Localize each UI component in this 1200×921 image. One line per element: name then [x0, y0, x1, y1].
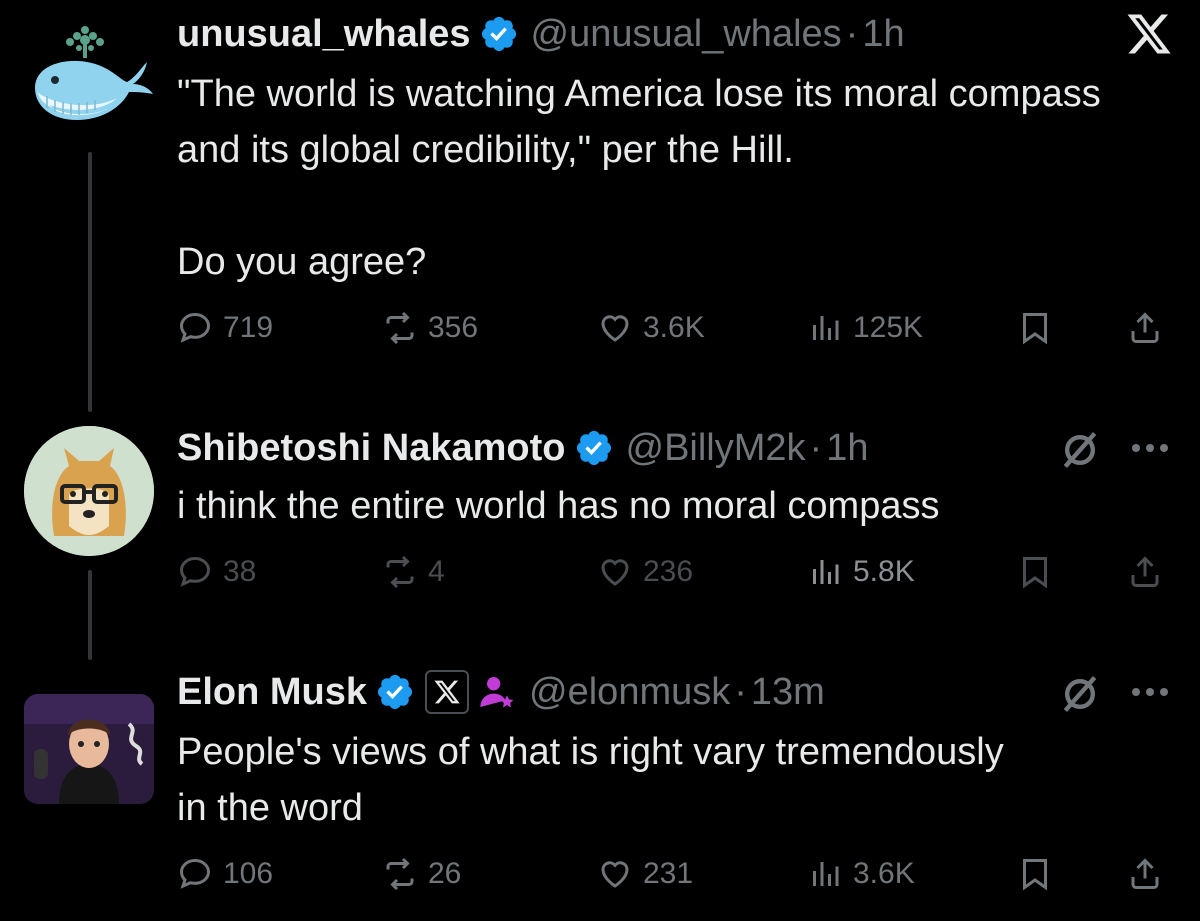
tweet-header: Elon Musk @elonmusk · 13m — [177, 670, 825, 714]
bookmark-icon — [1023, 859, 1047, 891]
like-icon — [601, 315, 629, 342]
view-count: 125K — [853, 311, 924, 344]
tweet-actions: 719 356 3.6K 125K — [177, 310, 1177, 360]
views-button[interactable]: 5.8K — [807, 554, 915, 590]
thread-line — [88, 152, 92, 412]
display-name[interactable]: Shibetoshi Nakamoto — [177, 426, 566, 470]
avatar-unusual-whales[interactable] — [25, 10, 155, 140]
retweet-icon — [386, 857, 414, 891]
verified-badge-icon — [375, 672, 415, 712]
views-icon — [813, 316, 839, 340]
view-count: 3.6K — [853, 857, 915, 890]
bookmark-icon — [1023, 313, 1047, 345]
views-button[interactable]: 125K — [807, 310, 923, 346]
subscriber-person-icon — [477, 672, 517, 712]
retweet-count: 26 — [428, 857, 462, 890]
tweet-actions: 38 4 236 5.8K — [177, 554, 1177, 604]
like-button[interactable]: 231 — [597, 856, 693, 892]
retweet-count: 4 — [428, 555, 445, 588]
handle[interactable]: @elonmusk — [529, 670, 730, 714]
views-button[interactable]: 3.6K — [807, 856, 915, 892]
more-icon[interactable] — [1130, 684, 1170, 700]
share-button[interactable] — [1127, 310, 1173, 346]
retweet-button[interactable]: 356 — [382, 310, 478, 346]
share-button[interactable] — [1127, 554, 1173, 590]
display-name[interactable]: Elon Musk — [177, 670, 367, 714]
separator: · — [809, 427, 823, 469]
grok-icon[interactable] — [1058, 672, 1102, 716]
reply-count: 38 — [223, 555, 257, 588]
like-button[interactable]: 3.6K — [597, 310, 705, 346]
timestamp[interactable]: 1h — [826, 426, 868, 470]
display-name[interactable]: unusual_whales — [177, 12, 471, 56]
like-count: 236 — [643, 555, 694, 588]
views-icon — [813, 560, 839, 584]
thread-line — [88, 570, 92, 660]
retweet-icon — [386, 555, 414, 589]
reply-count: 106 — [223, 857, 274, 890]
handle[interactable]: @unusual_whales — [531, 12, 842, 56]
timestamp[interactable]: 1h — [862, 12, 904, 56]
reply-button[interactable]: 719 — [177, 310, 273, 346]
bookmark-button[interactable] — [1017, 856, 1063, 892]
bookmark-button[interactable] — [1017, 310, 1063, 346]
views-icon — [813, 862, 839, 886]
reply-icon — [179, 858, 211, 889]
tweet-text: i think the entire world has no moral co… — [177, 485, 940, 527]
reply-count: 719 — [223, 311, 274, 344]
more-icon[interactable] — [1130, 440, 1170, 456]
tweet-actions: 106 26 231 3.6K — [177, 856, 1177, 906]
handle[interactable]: @BillyM2k — [626, 426, 806, 470]
bookmark-button[interactable] — [1017, 554, 1063, 590]
share-icon — [1131, 312, 1159, 343]
tweet-header: unusual_whales @unusual_whales · 1h — [177, 12, 905, 56]
verified-badge-icon — [574, 428, 614, 468]
tweet-elonmusk[interactable]: Elon Musk @elonmusk · 13m People's views… — [0, 660, 1200, 921]
like-count: 231 — [643, 857, 694, 890]
like-button[interactable]: 236 — [597, 554, 693, 590]
share-icon — [1131, 556, 1159, 587]
like-count: 3.6K — [643, 311, 705, 344]
reply-button[interactable]: 38 — [177, 554, 256, 590]
share-icon — [1131, 858, 1159, 889]
separator: · — [845, 13, 859, 55]
tweet-text: People's views of what is right vary tre… — [177, 731, 1004, 829]
retweet-icon — [386, 311, 414, 345]
reply-icon — [179, 556, 211, 587]
retweet-button[interactable]: 26 — [382, 856, 461, 892]
reply-icon — [179, 312, 211, 343]
tweet-text: "The world is watching America lose its … — [177, 73, 1101, 283]
like-icon — [601, 861, 629, 888]
affiliate-x-badge-icon — [425, 670, 470, 714]
reply-button[interactable]: 106 — [177, 856, 273, 892]
bookmark-icon — [1023, 557, 1047, 589]
retweet-button[interactable]: 4 — [382, 554, 445, 590]
tweet-unusual-whales[interactable]: unusual_whales @unusual_whales · 1h "The… — [0, 0, 1200, 412]
avatar-billym2k[interactable] — [24, 426, 154, 556]
separator: · — [734, 671, 747, 713]
tweet-billym2k[interactable]: Shibetoshi Nakamoto @BillyM2k · 1h i thi… — [0, 400, 1200, 660]
tweet-header: Shibetoshi Nakamoto @BillyM2k · 1h — [177, 426, 868, 470]
share-button[interactable] — [1127, 856, 1173, 892]
x-logo-icon — [1125, 10, 1173, 58]
like-icon — [601, 559, 629, 586]
timestamp[interactable]: 13m — [751, 670, 825, 714]
view-count: 5.8K — [853, 555, 915, 588]
grok-icon[interactable] — [1058, 428, 1102, 472]
verified-badge-icon — [479, 14, 519, 54]
avatar-elonmusk[interactable] — [24, 694, 154, 804]
retweet-count: 356 — [428, 311, 479, 344]
